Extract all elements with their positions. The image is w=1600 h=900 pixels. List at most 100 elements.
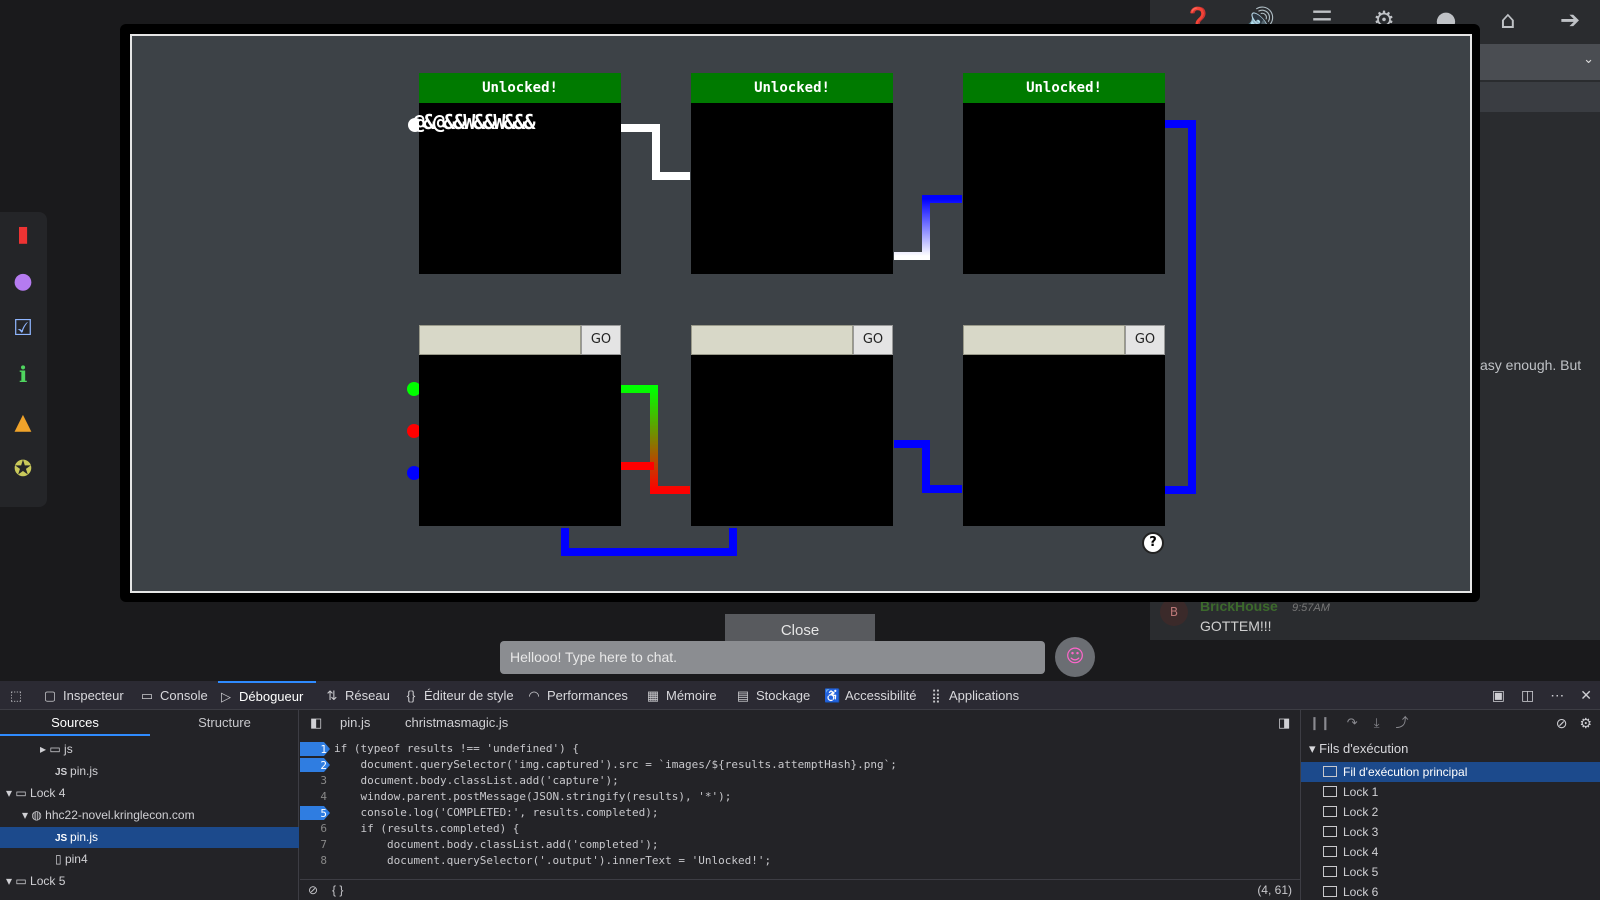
code-line[interactable]: 4 window.parent.postMessage(JSON.stringi… bbox=[300, 789, 1300, 805]
chat-input[interactable]: Hellooo! Type here to chat. bbox=[500, 641, 1045, 674]
tab-sources[interactable]: Sources bbox=[0, 710, 150, 736]
tree-item[interactable]: ▸ ▭ js bbox=[0, 739, 299, 760]
lock-status: Unlocked! bbox=[691, 73, 893, 103]
window-icon bbox=[1323, 806, 1337, 817]
tree-item-selected[interactable]: JS pin.js bbox=[0, 827, 299, 848]
thread-item-main[interactable]: Fil d'exécution principal bbox=[1301, 762, 1600, 782]
lock-input[interactable] bbox=[419, 325, 581, 355]
editor-tab[interactable]: pin.js bbox=[340, 710, 370, 736]
tab-accessibility[interactable]: ♿ Accessibilité bbox=[824, 681, 917, 710]
disable-breakpoints-icon[interactable]: ⊘ bbox=[1556, 710, 1568, 736]
window-icon bbox=[1323, 886, 1337, 897]
editor-tab[interactable]: christmasmagic.js bbox=[405, 710, 508, 736]
code-line[interactable]: 7 document.body.classList.add('completed… bbox=[300, 837, 1300, 853]
thread-item[interactable]: Lock 6 bbox=[1301, 882, 1600, 900]
breakpoint[interactable]: 5 bbox=[300, 806, 330, 820]
code-line[interactable]: 8 document.querySelector('.output').inne… bbox=[300, 853, 1300, 869]
window-icon bbox=[1323, 766, 1337, 777]
network-icon: ⇅ bbox=[326, 688, 338, 703]
folder-icon: ▭ bbox=[49, 742, 65, 756]
chevron-down-icon: ▾ bbox=[6, 874, 16, 888]
threads-header[interactable]: ▾ Fils d'exécution bbox=[1309, 738, 1408, 760]
element-picker-icon[interactable]: ⬚ bbox=[8, 681, 29, 710]
braces-button[interactable]: { } bbox=[332, 880, 343, 900]
tree-item[interactable]: ▾ ◍ hhc22-novel.kringlecon.com bbox=[0, 805, 299, 826]
wire-gradient-white-blue bbox=[894, 195, 962, 260]
dock-icon[interactable]: ◫ bbox=[1521, 681, 1534, 710]
globe-icon: ◍ bbox=[31, 808, 46, 822]
tab-network[interactable]: ⇅ Réseau bbox=[324, 681, 390, 710]
thread-item[interactable]: Lock 2 bbox=[1301, 802, 1600, 822]
chevron-right-icon: ▸ bbox=[40, 742, 50, 756]
chevron-down-icon: ▾ bbox=[6, 786, 16, 800]
tab-applications[interactable]: ⣿ Applications bbox=[928, 681, 1019, 710]
storage-icon: ▤ bbox=[736, 688, 750, 703]
braces-icon: {} bbox=[406, 688, 416, 703]
step-out-icon[interactable]: ⤴ bbox=[1395, 710, 1408, 736]
tab-console[interactable]: ▭ Console bbox=[139, 681, 208, 710]
tab-style-editor[interactable]: {} Éditeur de style bbox=[403, 681, 514, 710]
inspector-icon: ▢ bbox=[43, 688, 57, 703]
debug-controls: ❙❙ ↷ ⤓ ⤴ bbox=[1309, 710, 1408, 736]
help-button[interactable]: ? bbox=[1142, 532, 1164, 554]
breakpoint[interactable]: 2 bbox=[300, 758, 330, 772]
window-icon bbox=[1323, 786, 1337, 797]
js-file-icon: JS bbox=[55, 833, 71, 844]
gear-icon[interactable]: ⚙ bbox=[1579, 710, 1592, 736]
devtools: ⬚ ▢ Inspecteur ▭ Console ▷ Débogueur ⇅ Résea… bbox=[0, 681, 1600, 900]
breakpoint[interactable]: 1 bbox=[300, 742, 330, 756]
tree-item[interactable]: ▯ pin4 bbox=[0, 849, 299, 870]
emoji-button[interactable]: ☺ bbox=[1055, 637, 1095, 677]
layout-icon[interactable]: ▣ bbox=[1492, 681, 1505, 710]
close-icon[interactable]: ✕ bbox=[1580, 681, 1592, 710]
step-over-icon[interactable]: ↷ bbox=[1347, 710, 1358, 736]
accessibility-icon: ♿ bbox=[824, 688, 841, 703]
thread-item[interactable]: Lock 5 bbox=[1301, 862, 1600, 882]
devtools-toolbar: ⬚ ▢ Inspecteur ▭ Console ▷ Débogueur ⇅ Résea… bbox=[0, 681, 1600, 710]
code-editor: ◧ pin.js christmasmagic.js ◨ 1 if (typeof… bbox=[300, 710, 1300, 900]
devtools-window-controls: ▣ ◫ ⋯ ✕ bbox=[1492, 681, 1592, 710]
toggle-sidebar-icon[interactable]: ◧ bbox=[310, 710, 322, 736]
tree-item[interactable]: ▾ ▭ Lock 4 bbox=[0, 783, 299, 804]
tab-storage[interactable]: ▤ Stockage bbox=[735, 681, 810, 710]
wire-blue-mid bbox=[894, 440, 962, 493]
tab-memory[interactable]: ▦ Mémoire bbox=[645, 681, 717, 710]
thread-item[interactable]: Lock 4 bbox=[1301, 842, 1600, 862]
screen: ❓ 🔊 ☰ ⚙ ● ⌂ ➔ ⌄ asy enough. But B BrickH… bbox=[0, 0, 1600, 900]
code-line[interactable]: 2 document.querySelector('img.captured')… bbox=[300, 757, 1300, 773]
tree-item[interactable]: JS pin.js bbox=[0, 761, 299, 782]
code-line[interactable]: 1 if (typeof results !== 'undefined') { bbox=[300, 741, 1300, 757]
tab-performance[interactable]: ◠ Performances bbox=[526, 681, 628, 710]
go-button[interactable]: GO bbox=[581, 325, 621, 355]
code-line[interactable]: 5 console.log('COMPLETED:', results.comp… bbox=[300, 805, 1300, 821]
chevron-down-icon: ▾ bbox=[1309, 741, 1320, 756]
more-icon[interactable]: ⋯ bbox=[1550, 681, 1564, 710]
lock-2: Unlocked! bbox=[691, 73, 893, 274]
go-button[interactable]: GO bbox=[1125, 325, 1165, 355]
debugger-side-panel: ❙❙ ↷ ⤓ ⤴ ⊘ ⚙ ▾ Fils d'exécution Fil d'ex… bbox=[1300, 710, 1600, 900]
document-icon: ▯ bbox=[55, 852, 65, 866]
thread-item[interactable]: Lock 3 bbox=[1301, 822, 1600, 842]
window-icon bbox=[1323, 866, 1337, 877]
tab-inspector[interactable]: ▢ Inspecteur bbox=[42, 681, 124, 710]
pretty-print-icon[interactable]: ⊘ bbox=[308, 880, 318, 900]
window-icon bbox=[1323, 826, 1337, 837]
chip-icon: ▦ bbox=[646, 688, 660, 703]
wire-white bbox=[618, 124, 690, 180]
step-in-icon[interactable]: ⤓ bbox=[1374, 710, 1380, 736]
lock-3: Unlocked! bbox=[963, 73, 1165, 274]
wire-blue-right bbox=[1162, 120, 1196, 494]
pause-icon[interactable]: ❙❙ bbox=[1309, 710, 1331, 736]
lock-input[interactable] bbox=[691, 325, 853, 355]
lock-input[interactable] bbox=[963, 325, 1125, 355]
code-line[interactable]: 6 if (results.completed) { bbox=[300, 821, 1300, 837]
thread-item[interactable]: Lock 1 bbox=[1301, 782, 1600, 802]
captured-image-text: @&@&&W&&W&&& bbox=[413, 110, 535, 134]
tree-item[interactable]: ▾ ▭ Lock 5 bbox=[0, 871, 299, 892]
toggle-panel-icon[interactable]: ◨ bbox=[1278, 710, 1290, 736]
code-line[interactable]: 3 document.body.classList.add('capture')… bbox=[300, 773, 1300, 789]
tab-debugger[interactable]: ▷ Débogueur bbox=[218, 681, 316, 710]
go-button[interactable]: GO bbox=[853, 325, 893, 355]
tab-structure[interactable]: Structure bbox=[150, 710, 299, 736]
wire-green-red bbox=[618, 385, 690, 494]
